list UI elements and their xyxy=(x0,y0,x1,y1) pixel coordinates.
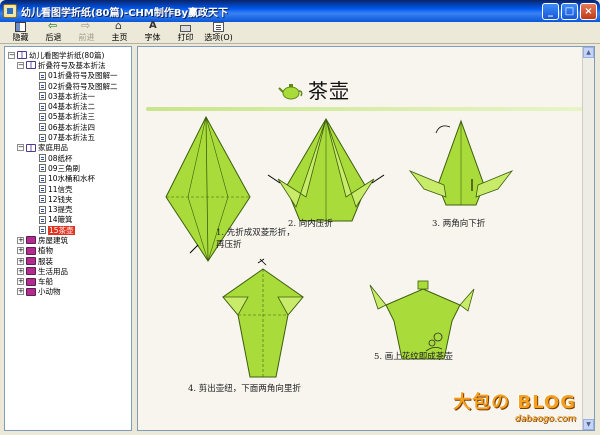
page-icon xyxy=(39,102,46,111)
tree-section-plants[interactable]: + 植物 xyxy=(8,246,131,256)
window-title: 幼儿看图学折纸(80篇)-CHM制作By赢政天下 xyxy=(21,7,229,19)
open-book-icon xyxy=(17,51,27,60)
page-heading: 茶壶 xyxy=(278,75,350,104)
step-4-caption: 4. 剪出壶纽，下面两角向里折 xyxy=(188,384,301,394)
tree-item[interactable]: 03基本折法一 xyxy=(8,91,131,101)
tree-item[interactable]: 08纸杯 xyxy=(8,153,131,163)
origami-step-2 xyxy=(267,118,385,222)
tree-item[interactable]: 09三角刷 xyxy=(8,163,131,173)
page-title: 茶壶 xyxy=(308,79,350,103)
tree-item-selected[interactable]: 15茶壶 xyxy=(8,225,131,235)
closed-book-icon xyxy=(26,246,36,255)
expand-icon[interactable]: + xyxy=(17,236,24,244)
page-icon xyxy=(39,174,46,183)
page-icon xyxy=(39,195,46,204)
page-icon xyxy=(39,185,46,193)
collapse-icon[interactable]: − xyxy=(17,144,24,152)
tree-item[interactable]: 02折叠符号及图解二 xyxy=(8,81,131,91)
page-icon xyxy=(39,133,46,142)
back-arrow-icon xyxy=(48,19,59,32)
page-icon xyxy=(39,123,46,132)
tree-section-household[interactable]: − 家庭用品 xyxy=(8,143,131,153)
contents-tree[interactable]: − 幼儿看图学折纸(80篇) − 折叠符号及基本折法 01折叠符号及图解一 02… xyxy=(4,46,132,431)
tree-item[interactable]: 13提壳 xyxy=(8,204,131,214)
tree-item[interactable]: 04基本折法二 xyxy=(8,101,131,111)
watermark: 大包の BLOG dabaogo.com xyxy=(453,388,576,424)
scroll-up-icon[interactable]: ▲ xyxy=(583,47,594,58)
page-icon xyxy=(39,205,46,214)
page-icon xyxy=(39,112,46,121)
vertical-scrollbar[interactable]: ▲ ▼ xyxy=(582,47,594,430)
content-pane: 茶壶 1. 先折成双菱形折，再压折 2. 向内压折 3. 两角向下折 4. 剪出… xyxy=(137,46,595,431)
chm-app-icon xyxy=(3,4,17,18)
closed-book-icon xyxy=(26,277,36,286)
tree-item[interactable]: 05基本折法三 xyxy=(8,112,131,122)
tree-item[interactable]: 06基本折法四 xyxy=(8,122,131,132)
toolbar: 隐藏 后退 前进 主页 字体 打印 选项(O) xyxy=(0,19,600,44)
closed-book-icon xyxy=(26,257,36,266)
tree-root[interactable]: − 幼儿看图学折纸(80篇) xyxy=(8,50,131,60)
scroll-down-icon[interactable]: ▼ xyxy=(583,419,594,430)
expand-icon[interactable]: + xyxy=(17,247,24,255)
printer-icon xyxy=(180,25,191,32)
tree-item[interactable]: 12钱夹 xyxy=(8,194,131,204)
expand-icon[interactable]: + xyxy=(17,257,24,265)
tree-section-animals[interactable]: + 小动物 xyxy=(8,287,131,297)
page-icon xyxy=(39,92,46,101)
watermark-brand: 大包の BLOG xyxy=(453,392,576,413)
page-icon xyxy=(39,226,46,235)
forward-arrow-icon xyxy=(81,19,92,32)
step-3-caption: 3. 两角向下折 xyxy=(432,219,486,229)
expand-icon[interactable]: + xyxy=(17,278,24,286)
home-icon xyxy=(114,19,125,32)
watermark-url: dabaogo.com xyxy=(514,414,576,424)
closed-book-icon xyxy=(26,267,36,276)
maximize-button[interactable]: □ xyxy=(561,2,578,20)
tree-item[interactable]: 01折叠符号及图解一 xyxy=(8,71,131,81)
tree-section-clothing[interactable]: + 服装 xyxy=(8,256,131,266)
back-button[interactable]: 后退 xyxy=(37,19,70,43)
collapse-icon[interactable]: − xyxy=(8,51,15,59)
tree-item[interactable]: 07基本折法五 xyxy=(8,132,131,142)
page-icon xyxy=(39,82,46,91)
options-icon xyxy=(213,22,224,32)
step-5-caption: 5. 画上花纹即成茶壶 xyxy=(374,352,453,362)
page-icon xyxy=(39,215,46,224)
font-button[interactable]: 字体 xyxy=(136,20,169,43)
home-button[interactable]: 主页 xyxy=(103,19,136,43)
origami-step-3 xyxy=(408,119,514,206)
print-button[interactable]: 打印 xyxy=(169,21,202,43)
page-icon xyxy=(39,154,46,163)
page-icon xyxy=(39,164,46,173)
step-1-caption: 1. 先折成双菱形折，再压折 xyxy=(216,228,295,250)
step-2-caption: 2. 向内压折 xyxy=(288,219,333,229)
close-button[interactable]: × xyxy=(580,2,597,20)
title-rule xyxy=(146,107,584,111)
tree-item[interactable]: 11信壳 xyxy=(8,184,131,194)
open-book-icon xyxy=(26,143,36,152)
collapse-icon[interactable]: − xyxy=(17,61,24,69)
hide-button[interactable]: 隐藏 xyxy=(4,21,37,43)
tree-section-buildings[interactable]: + 房屋建筑 xyxy=(8,235,131,245)
tree-item[interactable]: 10水桶和水杯 xyxy=(8,174,131,184)
tree-section-symbols[interactable]: − 折叠符号及基本折法 xyxy=(8,60,131,70)
minimize-button[interactable]: _ xyxy=(542,2,559,20)
closed-book-icon xyxy=(26,287,36,296)
closed-book-icon xyxy=(26,236,36,245)
expand-icon[interactable]: + xyxy=(17,267,24,275)
main-frame: − 幼儿看图学折纸(80篇) − 折叠符号及基本折法 01折叠符号及图解一 02… xyxy=(2,46,598,433)
tree-section-daily[interactable]: + 生活用品 xyxy=(8,266,131,276)
expand-icon[interactable]: + xyxy=(17,288,24,296)
origami-step-4 xyxy=(222,258,304,378)
hide-pane-icon xyxy=(15,22,26,32)
tree-item[interactable]: 14簸箕 xyxy=(8,215,131,225)
options-button[interactable]: 选项(O) xyxy=(202,21,235,43)
forward-button[interactable]: 前进 xyxy=(70,19,103,43)
teapot-icon xyxy=(278,83,303,99)
tree-section-vehicles[interactable]: + 车船 xyxy=(8,277,131,287)
font-icon xyxy=(147,20,158,32)
open-book-icon xyxy=(26,61,36,70)
page-icon xyxy=(39,71,46,80)
